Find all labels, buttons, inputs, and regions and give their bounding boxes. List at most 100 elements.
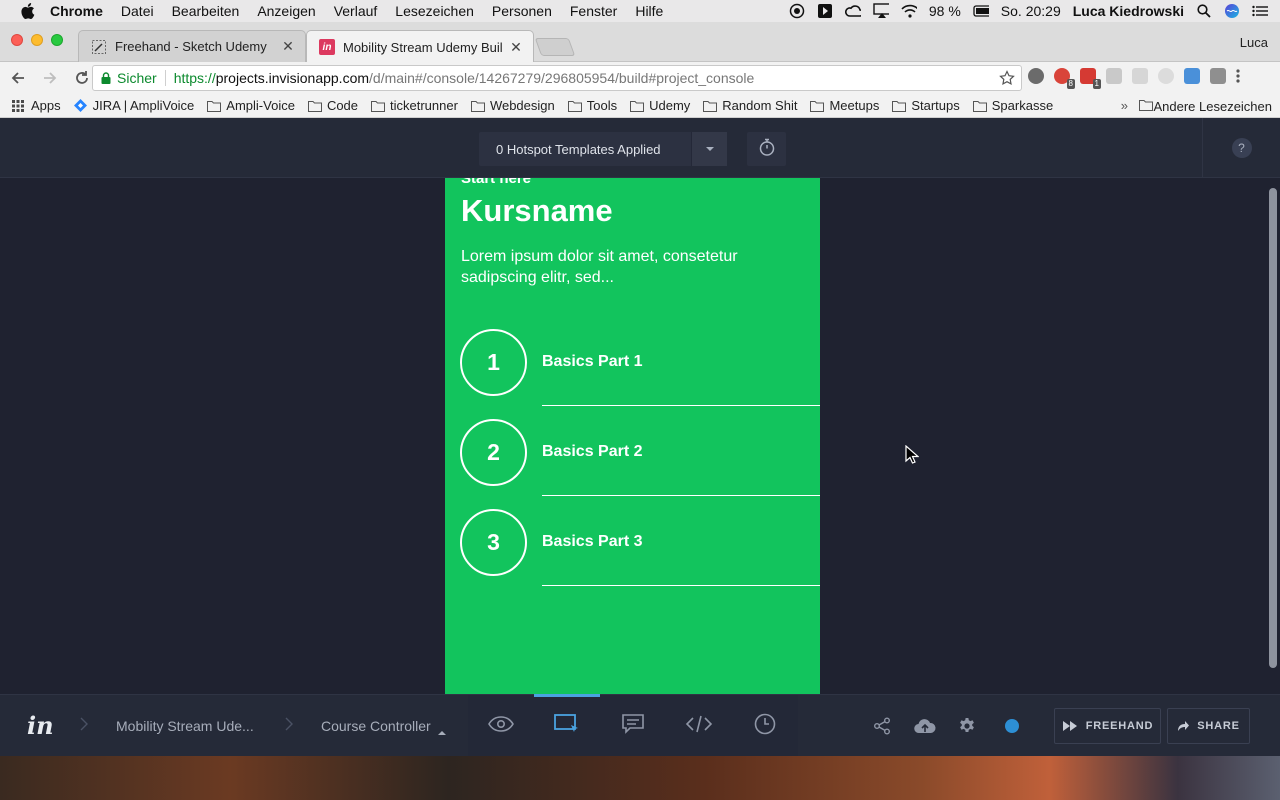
cloud-upload-icon[interactable] xyxy=(914,715,936,737)
chrome-menu-icon[interactable] xyxy=(1236,68,1240,84)
lesson-name: Basics Part 2 xyxy=(542,443,643,460)
new-tab-button[interactable] xyxy=(534,38,576,56)
gear-icon[interactable] xyxy=(956,715,978,737)
page-extension-icon[interactable] xyxy=(1132,68,1148,84)
hotspot-templates-dropdown[interactable]: 0 Hotspot Templates Applied xyxy=(479,132,727,166)
back-button[interactable] xyxy=(4,64,32,92)
code-icon xyxy=(685,715,713,738)
help-icon: ? xyxy=(1231,138,1252,158)
screencast-icon[interactable] xyxy=(817,3,833,19)
menu-verlauf[interactable]: Verlauf xyxy=(334,3,378,19)
bookmark-ticketrunner[interactable]: ticketrunner xyxy=(371,98,458,113)
bookmark-udemy[interactable]: Udemy xyxy=(630,98,690,113)
bookmark-meetups[interactable]: Meetups xyxy=(810,98,879,113)
airplay-icon[interactable] xyxy=(873,3,889,19)
code-extension-icon[interactable] xyxy=(1106,68,1122,84)
lesson-item[interactable]: 2 Basics Part 2 xyxy=(445,419,820,509)
sync-extension-icon[interactable] xyxy=(1158,68,1174,84)
caret-down-icon[interactable] xyxy=(691,132,727,166)
record-icon[interactable] xyxy=(789,3,805,19)
prototype-screen[interactable]: Start here Kursname Lorem ipsum dolor si… xyxy=(445,178,820,694)
apple-icon[interactable] xyxy=(20,3,36,19)
battery-percent[interactable]: 98 % xyxy=(929,3,961,19)
profile-button[interactable]: Luca xyxy=(1240,35,1268,50)
history-mode-button[interactable] xyxy=(732,695,798,756)
forward-button[interactable] xyxy=(36,64,64,92)
bookmark-random-shit[interactable]: Random Shit xyxy=(703,98,797,113)
bookmark-webdesign[interactable]: Webdesign xyxy=(470,98,555,113)
notification-center-icon[interactable] xyxy=(1252,3,1268,19)
menu-hilfe[interactable]: Hilfe xyxy=(635,3,663,19)
lesson-divider xyxy=(542,585,820,586)
menu-personen[interactable]: Personen xyxy=(492,3,552,19)
share-button[interactable]: SHARE xyxy=(1167,708,1250,744)
spotlight-search-icon[interactable] xyxy=(1196,3,1212,19)
help-button[interactable]: ? xyxy=(1202,118,1280,178)
cast-extension-icon[interactable] xyxy=(1210,68,1226,84)
menu-bearbeiten[interactable]: Bearbeiten xyxy=(172,3,240,19)
wifi-icon[interactable] xyxy=(901,3,917,19)
secure-label[interactable]: Sicher xyxy=(117,70,157,86)
bookmark-tools[interactable]: Tools xyxy=(567,98,617,113)
lesson-divider xyxy=(542,495,820,496)
bookmark-ampli-voice[interactable]: Ampli-Voice xyxy=(207,98,295,113)
fullscreen-window-button[interactable] xyxy=(51,34,63,46)
menu-datei[interactable]: Datei xyxy=(121,3,154,19)
page-scrollbar[interactable] xyxy=(1266,178,1280,694)
bookmark-code[interactable]: Code xyxy=(307,98,358,113)
mail-extension-icon[interactable]: 8 xyxy=(1054,68,1075,89)
battery-icon[interactable] xyxy=(973,3,989,19)
menubar-clock[interactable]: So. 20:29 xyxy=(1001,3,1061,19)
menu-fenster[interactable]: Fenster xyxy=(570,3,617,19)
extension-badge: 1 xyxy=(1092,79,1101,89)
creative-cloud-icon[interactable] xyxy=(844,3,861,19)
mode-switcher xyxy=(468,694,798,756)
lesson-item[interactable]: 3 Basics Part 3 xyxy=(445,509,820,599)
breadcrumb-screen[interactable]: Course Controller xyxy=(321,695,431,756)
status-dot[interactable] xyxy=(1005,719,1019,733)
menubar-user[interactable]: Luca Kiedrowski xyxy=(1073,3,1184,19)
menu-app-name[interactable]: Chrome xyxy=(50,3,103,19)
timer-button[interactable] xyxy=(747,132,786,166)
preview-mode-button[interactable] xyxy=(468,695,534,756)
tab-close-icon[interactable]: ✕ xyxy=(509,39,523,56)
freehand-button[interactable]: FREEHAND xyxy=(1054,708,1161,744)
build-hotspot-icon xyxy=(554,713,580,739)
lock-icon[interactable] xyxy=(101,72,111,84)
bookmark-star-icon[interactable] xyxy=(999,70,1015,89)
menu-lesezeichen[interactable]: Lesezeichen xyxy=(395,3,474,19)
close-window-button[interactable] xyxy=(11,34,23,46)
macos-menubar: Chrome Datei Bearbeiten Anzeigen Verlauf… xyxy=(0,0,1280,22)
share-network-icon[interactable] xyxy=(871,715,893,737)
invision-logo-icon[interactable]: in xyxy=(24,711,56,741)
caret-up-icon[interactable] xyxy=(438,722,446,740)
siri-icon[interactable] xyxy=(1224,3,1240,19)
menubar-status-area: 98 % So. 20:29 Luca Kiedrowski xyxy=(789,0,1280,22)
menu-anzeigen[interactable]: Anzeigen xyxy=(257,3,315,19)
address-bar[interactable]: Sicher https:// projects.invisionapp.com… xyxy=(92,65,1022,91)
inspect-mode-button[interactable] xyxy=(666,695,732,756)
window-extension-icon[interactable] xyxy=(1184,68,1200,84)
build-mode-button[interactable] xyxy=(534,694,600,756)
bookmark-startups[interactable]: Startups xyxy=(892,98,960,113)
bookmark-label: JIRA | AmpliVoice xyxy=(92,98,195,113)
console-bottombar: in Mobility Stream Ude... Course Control… xyxy=(0,694,1280,756)
breadcrumb-project[interactable]: Mobility Stream Ude... xyxy=(116,695,254,756)
jira-icon xyxy=(73,99,88,112)
lesson-name: Basics Part 1 xyxy=(542,353,643,370)
more-bookmarks-chevron-icon[interactable]: » xyxy=(1121,98,1128,113)
minimize-window-button[interactable] xyxy=(31,34,43,46)
bookmark-jira[interactable]: JIRA | AmpliVoice xyxy=(73,98,195,113)
evernote-extension-icon[interactable] xyxy=(1028,68,1044,84)
tab-freehand[interactable]: Freehand - Sketch Udemy ✕ xyxy=(78,30,306,62)
bookmark-sparkasse[interactable]: Sparkasse xyxy=(972,98,1053,113)
scrollbar-thumb[interactable] xyxy=(1269,188,1277,668)
bookmarks-bar: Apps JIRA | AmpliVoice Ampli-Voice Code … xyxy=(0,94,1280,118)
bookmark-apps[interactable]: Apps xyxy=(12,98,61,113)
calendar-extension-icon[interactable]: 1 xyxy=(1080,68,1101,89)
tab-close-icon[interactable]: ✕ xyxy=(281,38,295,55)
other-bookmarks[interactable]: Andere Lesezeichen xyxy=(1139,99,1272,114)
lesson-item[interactable]: 1 Basics Part 1 xyxy=(445,329,820,419)
tab-mobility-stream[interactable]: in Mobility Stream Udemy Build ✕ xyxy=(306,30,534,63)
comment-mode-button[interactable] xyxy=(600,695,666,756)
